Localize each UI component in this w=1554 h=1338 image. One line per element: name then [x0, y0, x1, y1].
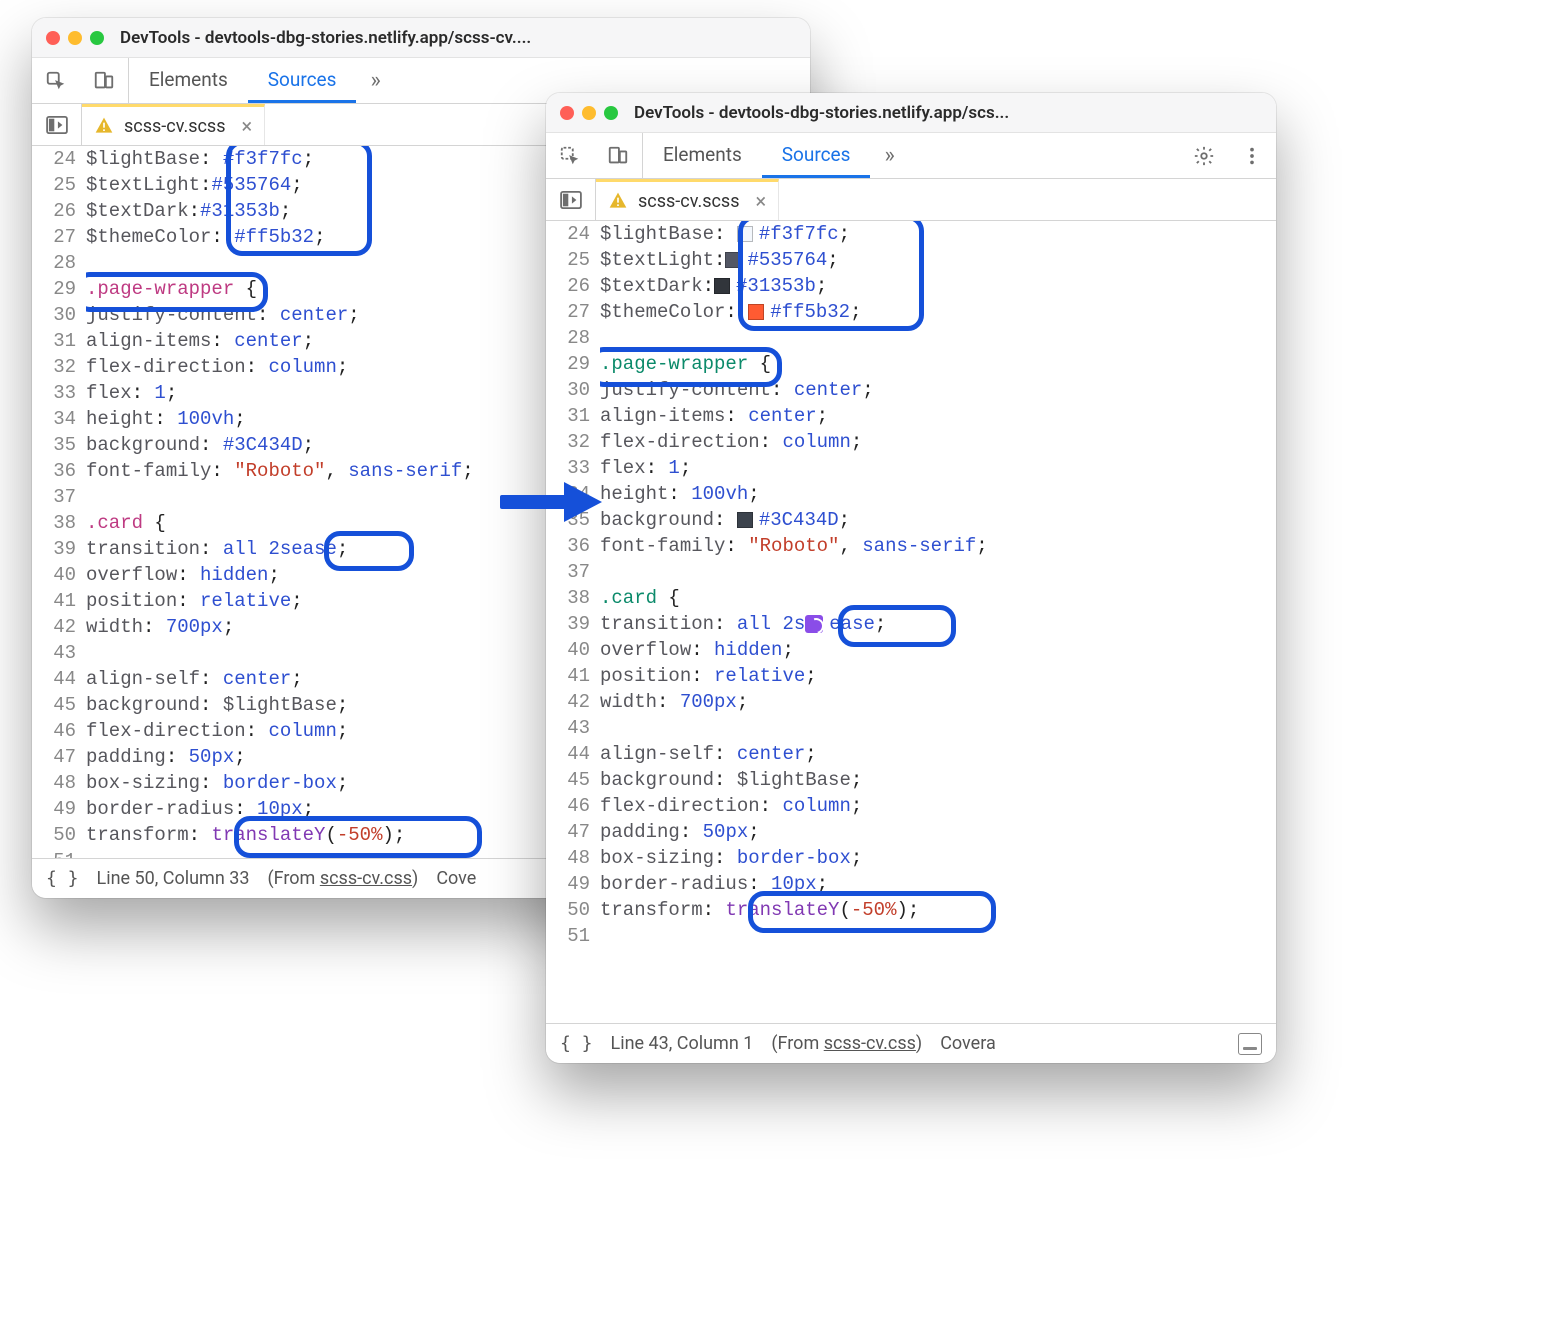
- source-map-link[interactable]: scss-cv.css: [320, 868, 412, 889]
- drawer-toggle-icon[interactable]: [1238, 1033, 1262, 1055]
- inspect-element-icon[interactable]: [32, 58, 80, 103]
- warning-icon: [94, 116, 114, 136]
- titlebar: DevTools - devtools-dbg-stories.netlify.…: [546, 93, 1276, 133]
- coverage-label[interactable]: Cove: [436, 868, 476, 889]
- status-bar: { } Line 43, Column 1 (From scss-cv.css)…: [546, 1023, 1276, 1063]
- file-tab-scss[interactable]: scss-cv.scss ×: [82, 104, 265, 145]
- source-map-link[interactable]: scss-cv.css: [824, 1033, 916, 1054]
- minimize-window-button[interactable]: [68, 31, 82, 45]
- minimize-window-button[interactable]: [582, 106, 596, 120]
- device-toolbar-icon[interactable]: [80, 58, 128, 103]
- close-tab-icon[interactable]: ×: [756, 189, 767, 213]
- source-map-label: (From scss-cv.css): [267, 868, 418, 889]
- tab-sources[interactable]: Sources: [248, 58, 357, 103]
- main-toolbar: Elements Sources »: [546, 133, 1276, 179]
- arrow-icon: [500, 482, 605, 522]
- tab-elements[interactable]: Elements: [129, 58, 248, 103]
- line-gutter: 2425262728293031323334353637383940414243…: [32, 146, 86, 858]
- traffic-lights: [560, 106, 618, 120]
- line-gutter: 2425262728293031323334353637383940414243…: [546, 221, 600, 1023]
- file-tab-scss[interactable]: scss-cv.scss ×: [596, 179, 779, 220]
- coverage-label[interactable]: Covera: [940, 1033, 996, 1054]
- file-tab-strip: scss-cv.scss ×: [546, 179, 1276, 221]
- navigator-toggle-icon[interactable]: [32, 104, 82, 145]
- file-tab-label: scss-cv.scss: [638, 191, 740, 212]
- settings-icon[interactable]: [1180, 133, 1228, 178]
- cursor-position: Line 50, Column 33: [97, 868, 250, 889]
- cursor-position: Line 43, Column 1: [611, 1033, 754, 1054]
- close-tab-icon[interactable]: ×: [242, 114, 253, 138]
- pretty-print-icon[interactable]: { }: [46, 868, 79, 889]
- code-area[interactable]: $lightBase: #f3f7fc;$textLight:#535764;$…: [600, 221, 1276, 1023]
- editor[interactable]: 2425262728293031323334353637383940414243…: [546, 221, 1276, 1023]
- kebab-menu-icon[interactable]: [1228, 133, 1276, 178]
- window-title: DevTools - devtools-dbg-stories.netlify.…: [120, 28, 796, 48]
- source-map-label: (From scss-cv.css): [771, 1033, 922, 1054]
- file-tab-label: scss-cv.scss: [124, 116, 226, 137]
- inspect-element-icon[interactable]: [546, 133, 594, 178]
- panel-tabs: Elements Sources: [643, 133, 870, 178]
- tab-elements[interactable]: Elements: [643, 133, 762, 178]
- panel-tabs: Elements Sources: [129, 58, 356, 103]
- zoom-window-button[interactable]: [90, 31, 104, 45]
- more-tabs-icon[interactable]: »: [870, 133, 908, 178]
- pretty-print-icon[interactable]: { }: [560, 1033, 593, 1054]
- devtools-window-right: DevTools - devtools-dbg-stories.netlify.…: [546, 93, 1276, 1063]
- warning-icon: [608, 191, 628, 211]
- close-window-button[interactable]: [560, 106, 574, 120]
- device-toolbar-icon[interactable]: [594, 133, 642, 178]
- window-title: DevTools - devtools-dbg-stories.netlify.…: [634, 103, 1262, 123]
- more-tabs-icon[interactable]: »: [356, 58, 394, 103]
- titlebar: DevTools - devtools-dbg-stories.netlify.…: [32, 18, 810, 58]
- zoom-window-button[interactable]: [604, 106, 618, 120]
- navigator-toggle-icon[interactable]: [546, 179, 596, 220]
- close-window-button[interactable]: [46, 31, 60, 45]
- traffic-lights: [46, 31, 104, 45]
- tab-sources[interactable]: Sources: [762, 133, 871, 178]
